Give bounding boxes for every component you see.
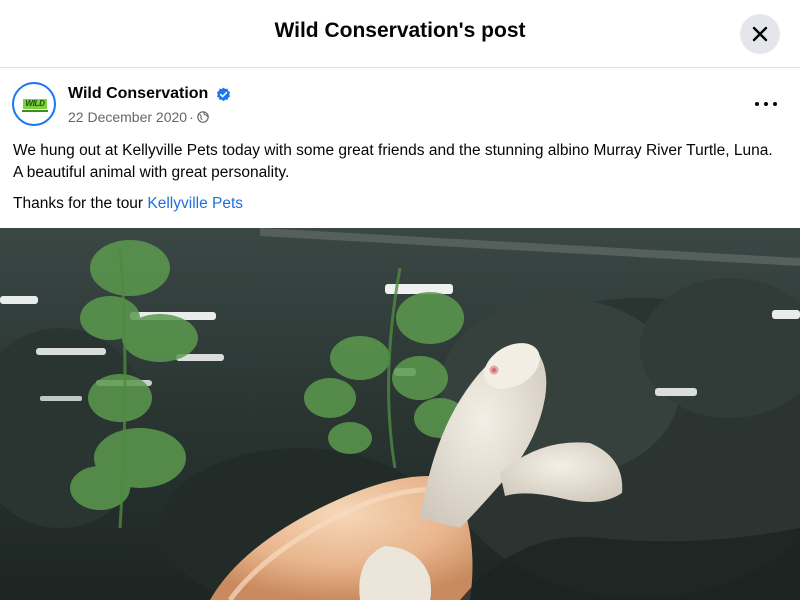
post-photo[interactable]: [0, 228, 800, 600]
post-dialog-header: Wild Conservation's post: [0, 0, 800, 68]
post-text-thanks: Thanks for the tour Kellyville Pets: [13, 193, 783, 215]
more-options-dot: [773, 102, 777, 106]
author-name[interactable]: Wild Conservation: [68, 85, 208, 102]
thanks-text: Thanks for the tour: [13, 195, 148, 212]
more-options-dot: [764, 102, 768, 106]
meta-separator: ·: [189, 109, 194, 125]
post-body: We hung out at Kellyville Pets today wit…: [13, 140, 783, 215]
close-button[interactable]: [740, 14, 780, 54]
more-options-icon: [755, 102, 759, 106]
avatar[interactable]: WILD: [12, 82, 56, 126]
avatar-logo-text: WILD: [23, 99, 47, 109]
globe-icon[interactable]: [196, 111, 209, 124]
close-icon: [752, 26, 768, 42]
avatar-logo-underline: [22, 110, 48, 112]
verified-badge-icon: [216, 87, 230, 101]
dialog-title: Wild Conservation's post: [274, 19, 526, 42]
post-text-paragraph: We hung out at Kellyville Pets today wit…: [13, 142, 773, 181]
post-meta: 22 December 2020 ·: [68, 108, 209, 126]
author-row: Wild Conservation: [68, 85, 231, 105]
post-date[interactable]: 22 December 2020: [68, 109, 187, 125]
more-options-button[interactable]: [748, 92, 784, 116]
turtle-photo-illustration: [0, 228, 800, 600]
mention-link[interactable]: Kellyville Pets: [147, 195, 243, 212]
